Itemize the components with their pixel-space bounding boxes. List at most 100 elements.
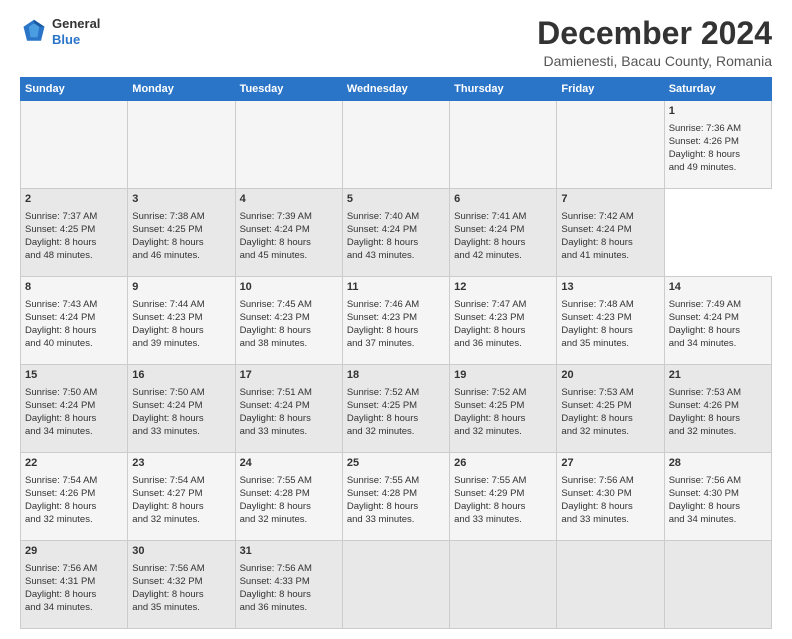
- day-info: and 48 minutes.: [25, 249, 123, 262]
- day-info: and 35 minutes.: [561, 337, 659, 350]
- day-info: Sunrise: 7:54 AM: [25, 474, 123, 487]
- day-info: Daylight: 8 hours: [132, 500, 230, 513]
- day-info: Sunrise: 7:55 AM: [347, 474, 445, 487]
- day-info: and 33 minutes.: [240, 425, 338, 438]
- day-info: Daylight: 8 hours: [347, 500, 445, 513]
- day-number: 24: [240, 456, 338, 471]
- calendar-cell: 26Sunrise: 7:55 AMSunset: 4:29 PMDayligh…: [450, 453, 557, 541]
- header: General Blue December 2024 Damienesti, B…: [20, 16, 772, 69]
- calendar-week-6: 29Sunrise: 7:56 AMSunset: 4:31 PMDayligh…: [21, 541, 772, 629]
- calendar-cell: 6Sunrise: 7:41 AMSunset: 4:24 PMDaylight…: [450, 189, 557, 277]
- day-info: Sunrise: 7:53 AM: [561, 386, 659, 399]
- day-info: Sunset: 4:24 PM: [669, 311, 767, 324]
- calendar-cell: 29Sunrise: 7:56 AMSunset: 4:31 PMDayligh…: [21, 541, 128, 629]
- calendar-cell: [557, 541, 664, 629]
- day-info: and 32 minutes.: [669, 425, 767, 438]
- calendar-cell: 24Sunrise: 7:55 AMSunset: 4:28 PMDayligh…: [235, 453, 342, 541]
- day-info: Sunset: 4:23 PM: [240, 311, 338, 324]
- day-info: Sunset: 4:29 PM: [454, 487, 552, 500]
- calendar-cell: 30Sunrise: 7:56 AMSunset: 4:32 PMDayligh…: [128, 541, 235, 629]
- day-info: Sunrise: 7:42 AM: [561, 210, 659, 223]
- day-info: Daylight: 8 hours: [240, 588, 338, 601]
- calendar-cell: 15Sunrise: 7:50 AMSunset: 4:24 PMDayligh…: [21, 365, 128, 453]
- day-number: 27: [561, 456, 659, 471]
- day-info: Sunset: 4:24 PM: [561, 223, 659, 236]
- calendar-cell: [21, 101, 128, 189]
- day-info: Sunrise: 7:52 AM: [454, 386, 552, 399]
- day-info: Sunrise: 7:43 AM: [25, 298, 123, 311]
- calendar-cell: [342, 101, 449, 189]
- day-number: 30: [132, 544, 230, 559]
- day-info: Daylight: 8 hours: [347, 412, 445, 425]
- day-info: and 41 minutes.: [561, 249, 659, 262]
- day-number: 23: [132, 456, 230, 471]
- day-info: Sunrise: 7:41 AM: [454, 210, 552, 223]
- day-info: Sunrise: 7:56 AM: [240, 562, 338, 575]
- day-number: 4: [240, 192, 338, 207]
- calendar-cell: [450, 101, 557, 189]
- day-info: Sunrise: 7:50 AM: [132, 386, 230, 399]
- day-info: Daylight: 8 hours: [669, 500, 767, 513]
- day-info: Daylight: 8 hours: [25, 500, 123, 513]
- day-info: and 36 minutes.: [454, 337, 552, 350]
- day-info: Sunset: 4:25 PM: [454, 399, 552, 412]
- day-info: and 43 minutes.: [347, 249, 445, 262]
- day-info: and 32 minutes.: [454, 425, 552, 438]
- calendar-week-5: 22Sunrise: 7:54 AMSunset: 4:26 PMDayligh…: [21, 453, 772, 541]
- day-info: Daylight: 8 hours: [25, 324, 123, 337]
- day-info: Sunset: 4:33 PM: [240, 575, 338, 588]
- logo-text: General Blue: [52, 16, 100, 47]
- calendar-cell: 21Sunrise: 7:53 AMSunset: 4:26 PMDayligh…: [664, 365, 771, 453]
- day-info: and 39 minutes.: [132, 337, 230, 350]
- day-info: Sunrise: 7:48 AM: [561, 298, 659, 311]
- day-info: Sunset: 4:26 PM: [25, 487, 123, 500]
- day-info: Daylight: 8 hours: [25, 588, 123, 601]
- day-info: Sunrise: 7:50 AM: [25, 386, 123, 399]
- logo-line1: General: [52, 16, 100, 32]
- calendar-cell: 3Sunrise: 7:38 AMSunset: 4:25 PMDaylight…: [128, 189, 235, 277]
- calendar-cell: [664, 541, 771, 629]
- day-info: and 34 minutes.: [25, 425, 123, 438]
- day-info: and 45 minutes.: [240, 249, 338, 262]
- col-friday: Friday: [557, 78, 664, 101]
- day-info: and 32 minutes.: [347, 425, 445, 438]
- calendar-cell: 4Sunrise: 7:39 AMSunset: 4:24 PMDaylight…: [235, 189, 342, 277]
- day-info: Sunset: 4:24 PM: [132, 399, 230, 412]
- calendar-cell: 31Sunrise: 7:56 AMSunset: 4:33 PMDayligh…: [235, 541, 342, 629]
- day-info: Daylight: 8 hours: [454, 412, 552, 425]
- col-thursday: Thursday: [450, 78, 557, 101]
- day-info: Sunrise: 7:39 AM: [240, 210, 338, 223]
- day-info: Sunset: 4:30 PM: [561, 487, 659, 500]
- logo: General Blue: [20, 16, 100, 47]
- day-info: Daylight: 8 hours: [132, 324, 230, 337]
- day-info: Sunset: 4:23 PM: [561, 311, 659, 324]
- day-info: Sunrise: 7:45 AM: [240, 298, 338, 311]
- day-info: Sunset: 4:27 PM: [132, 487, 230, 500]
- col-wednesday: Wednesday: [342, 78, 449, 101]
- day-info: Sunset: 4:32 PM: [132, 575, 230, 588]
- day-number: 16: [132, 368, 230, 383]
- day-info: Sunset: 4:28 PM: [240, 487, 338, 500]
- day-info: Daylight: 8 hours: [240, 324, 338, 337]
- day-number: 2: [25, 192, 123, 207]
- day-number: 28: [669, 456, 767, 471]
- day-info: Sunset: 4:23 PM: [132, 311, 230, 324]
- calendar-cell: 20Sunrise: 7:53 AMSunset: 4:25 PMDayligh…: [557, 365, 664, 453]
- day-info: Sunrise: 7:54 AM: [132, 474, 230, 487]
- day-number: 19: [454, 368, 552, 383]
- col-tuesday: Tuesday: [235, 78, 342, 101]
- day-info: Sunrise: 7:44 AM: [132, 298, 230, 311]
- day-number: 1: [669, 104, 767, 119]
- day-info: Daylight: 8 hours: [561, 324, 659, 337]
- calendar-cell: [557, 101, 664, 189]
- day-info: Sunset: 4:31 PM: [25, 575, 123, 588]
- day-info: and 34 minutes.: [25, 601, 123, 614]
- calendar-cell: [450, 541, 557, 629]
- calendar-cell: 28Sunrise: 7:56 AMSunset: 4:30 PMDayligh…: [664, 453, 771, 541]
- day-info: Sunrise: 7:56 AM: [25, 562, 123, 575]
- day-info: Daylight: 8 hours: [669, 324, 767, 337]
- day-number: 13: [561, 280, 659, 295]
- calendar-cell: 2Sunrise: 7:37 AMSunset: 4:25 PMDaylight…: [21, 189, 128, 277]
- col-sunday: Sunday: [21, 78, 128, 101]
- day-info: Sunrise: 7:51 AM: [240, 386, 338, 399]
